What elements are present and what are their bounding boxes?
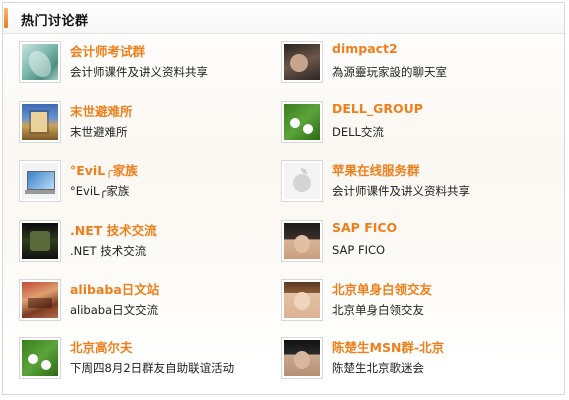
header-accent-bar [4, 8, 8, 28]
group-avatar[interactable] [19, 160, 61, 202]
crowd-avatar-icon [22, 282, 58, 318]
group-description: 陈楚生北京歌迷会 [332, 361, 424, 375]
film-avatar-icon [22, 223, 58, 259]
panel-header: 热门讨论群 [3, 3, 564, 34]
hot-groups-panel: 热门讨论群 会计师考试群 会计师课件及讲义资料共享 dimpact2 為源靈玩家… [2, 2, 565, 395]
green-logo-avatar-icon [22, 340, 58, 376]
group-description: 会计师课件及讲义资料共享 [70, 65, 208, 79]
group-avatar[interactable] [281, 220, 323, 262]
group-name-link[interactable]: DELL_GROUP [332, 101, 423, 116]
apple-logo-avatar-icon [284, 163, 320, 199]
group-item[interactable]: 北京单身白领交友 北京单身白领交友 [281, 279, 521, 329]
group-item[interactable]: °EviL╭家族 °EviL╭家族 [19, 160, 259, 210]
castle-avatar-icon [22, 104, 58, 140]
group-name-link[interactable]: 北京高尔夫 [70, 337, 133, 356]
group-description: 会计师课件及讲义资料共享 [332, 184, 470, 198]
group-avatar[interactable] [19, 337, 61, 379]
group-name-link[interactable]: SAP FICO [332, 220, 397, 235]
dark-portrait-avatar-icon [284, 44, 320, 80]
group-avatar[interactable] [281, 279, 323, 321]
group-avatar[interactable] [19, 41, 61, 83]
woman-portrait-avatar-icon [284, 282, 320, 318]
group-name-link[interactable]: 苹果在线服务群 [332, 160, 420, 179]
group-item[interactable]: 陈楚生MSN群-北京 陈楚生北京歌迷会 [281, 337, 521, 387]
group-item[interactable]: DELL_GROUP DELL交流 [281, 101, 521, 151]
group-description: SAP FICO [332, 243, 386, 257]
group-item[interactable]: 北京高尔夫 下周四8月2日群友自助联谊活动 [19, 337, 259, 387]
group-name-link[interactable]: alibaba日文站 [70, 279, 159, 298]
group-item[interactable]: 会计师考试群 会计师课件及讲义资料共享 [19, 41, 259, 91]
group-name-link[interactable]: 末世避难所 [70, 101, 133, 120]
group-description: 末世避难所 [70, 125, 128, 139]
singer-portrait-avatar-icon [284, 340, 320, 376]
teal-abstract-avatar-icon [22, 44, 58, 80]
group-description: alibaba日文交流 [70, 303, 159, 317]
group-avatar[interactable] [281, 337, 323, 379]
group-description: °EviL╭家族 [70, 184, 130, 198]
man-portrait-avatar-icon [284, 223, 320, 259]
group-avatar[interactable] [19, 220, 61, 262]
group-name-link[interactable]: .NET 技术交流 [70, 220, 157, 239]
group-item[interactable]: 末世避难所 末世避难所 [19, 101, 259, 151]
group-item[interactable]: .NET 技术交流 .NET 技术交流 [19, 220, 259, 270]
group-avatar[interactable] [281, 41, 323, 83]
green-logo-avatar-icon [284, 104, 320, 140]
group-description: DELL交流 [332, 125, 384, 139]
panel-title: 热门讨论群 [21, 14, 89, 29]
group-name-link[interactable]: 会计师考试群 [70, 41, 145, 60]
group-name-link[interactable]: 北京单身白领交友 [332, 279, 432, 298]
group-description: .NET 技术交流 [70, 244, 147, 258]
group-item[interactable]: 苹果在线服务群 会计师课件及讲义资料共享 [281, 160, 521, 210]
group-avatar[interactable] [19, 101, 61, 143]
group-description: 下周四8月2日群友自助联谊活动 [70, 361, 235, 375]
group-description: 北京单身白领交友 [332, 303, 424, 317]
group-name-link[interactable]: 陈楚生MSN群-北京 [332, 337, 444, 356]
group-name-link[interactable]: dimpact2 [332, 41, 398, 56]
group-item[interactable]: SAP FICO SAP FICO [281, 220, 521, 270]
group-item[interactable]: dimpact2 為源靈玩家設的聊天室 [281, 41, 521, 91]
laptop-avatar-icon [22, 163, 58, 199]
group-avatar[interactable] [281, 101, 323, 143]
group-avatar[interactable] [281, 160, 323, 202]
group-name-link[interactable]: °EviL╭家族 [70, 160, 138, 179]
group-item[interactable]: alibaba日文站 alibaba日文交流 [19, 279, 259, 329]
group-description: 為源靈玩家設的聊天室 [332, 65, 447, 79]
group-avatar[interactable] [19, 279, 61, 321]
